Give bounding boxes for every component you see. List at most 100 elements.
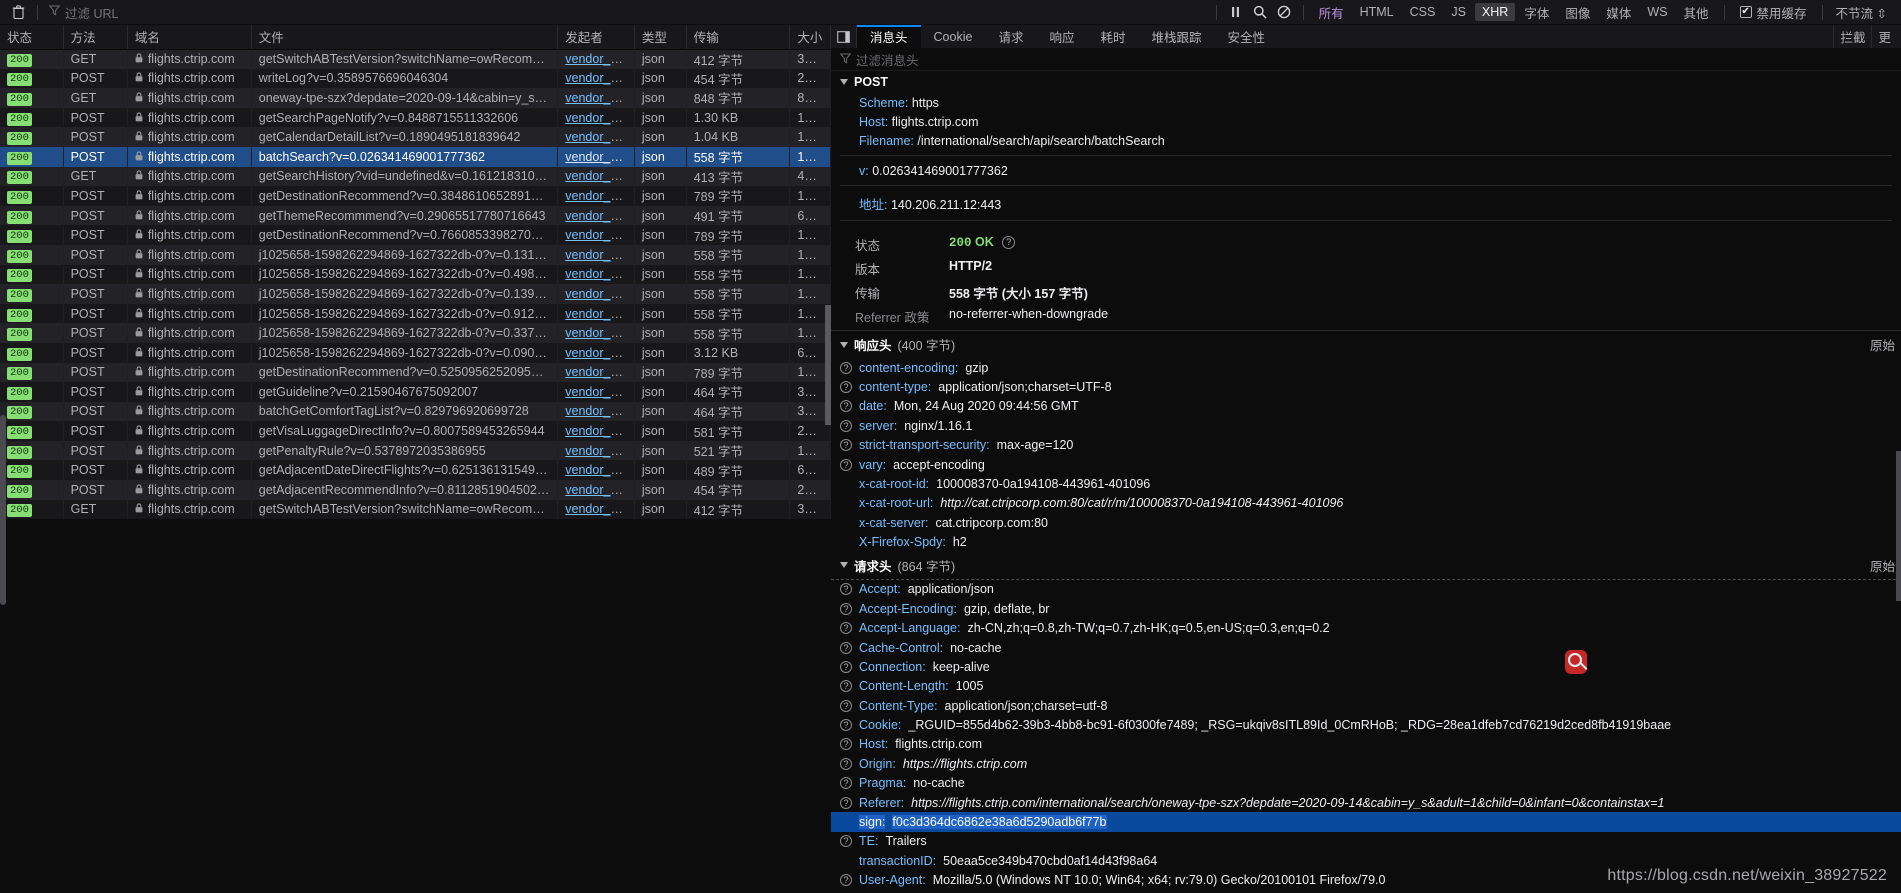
table-row[interactable]: 200 POST flights.ctrip.com getGuideline?v=0…	[0, 382, 831, 402]
table-row[interactable]: 200 POST flights.ctrip.com getDestinationRe…	[0, 186, 831, 206]
request-header-row[interactable]: ? Accept: application/json	[831, 580, 1901, 599]
cell-initiator[interactable]: vendor_b…	[557, 323, 635, 343]
table-row[interactable]: 200 POST flights.ctrip.com j1025658-1598262…	[0, 264, 831, 285]
help-icon[interactable]: ?	[840, 602, 852, 615]
url-filter-box[interactable]: 过滤 URL	[45, 2, 118, 23]
more-button[interactable]: 更	[1871, 25, 1897, 48]
column-header-initiator[interactable]: 发起者	[557, 25, 635, 50]
response-header-row[interactable]: ? strict-transport-security: max-age=120	[831, 436, 1901, 455]
filter-chip-ws[interactable]: WS	[1640, 3, 1674, 21]
help-icon[interactable]: ?	[840, 680, 852, 693]
cell-initiator[interactable]: vendor_b…	[557, 166, 635, 187]
search-icon[interactable]	[1248, 2, 1272, 23]
details-scrollbar[interactable]	[1896, 451, 1901, 601]
table-row[interactable]: 200 POST flights.ctrip.com j1025658-1598262…	[0, 244, 831, 265]
table-row[interactable]: 200 POST flights.ctrip.com getCalendarDetai…	[0, 127, 831, 147]
block-button[interactable]: 拦截	[1833, 25, 1871, 48]
column-header-status[interactable]: 状态	[0, 25, 64, 50]
response-headers-header[interactable]: 响应头 (400 字节) 原始	[831, 331, 1901, 358]
help-icon[interactable]: ?	[840, 419, 852, 432]
cell-initiator[interactable]: vendor_b…	[557, 107, 635, 128]
filter-chip-media[interactable]: 媒体	[1599, 1, 1638, 24]
request-header-row[interactable]: ? Accept-Encoding: gzip, deflate, br	[831, 599, 1901, 618]
filter-chip-other[interactable]: 其他	[1677, 1, 1716, 24]
tab-cookies[interactable]: Cookie	[921, 25, 986, 48]
table-row[interactable]: 200 GET flights.ctrip.com getSwitchABTestVe…	[0, 49, 831, 69]
help-icon[interactable]: ?	[840, 400, 852, 413]
help-icon[interactable]: ?	[840, 439, 852, 452]
table-row[interactable]: 200 POST flights.ctrip.com getAdjacentRecom…	[0, 480, 831, 500]
help-icon[interactable]: ?	[840, 458, 852, 471]
response-header-row[interactable]: x-cat-root-url: http://cat.ctripcorp.com:…	[831, 494, 1901, 513]
tab-security[interactable]: 安全性	[1215, 25, 1279, 48]
cell-initiator[interactable]: vendor_b…	[557, 88, 635, 108]
help-icon[interactable]: ?	[840, 660, 852, 673]
cell-initiator[interactable]: vendor_b…	[557, 401, 635, 422]
request-header-row[interactable]: ? Content-Length: 1005	[831, 677, 1901, 696]
response-header-row[interactable]: x-cat-server: cat.ctripcorp.com:80	[831, 513, 1901, 532]
filter-chip-css[interactable]: CSS	[1403, 3, 1443, 21]
table-row[interactable]: 200 GET flights.ctrip.com getSearchHistory?…	[0, 166, 831, 187]
cell-initiator[interactable]: vendor_b…	[557, 362, 635, 383]
table-row[interactable]: 200 POST flights.ctrip.com j1025658-1598262…	[0, 342, 831, 363]
cell-initiator[interactable]: vendor_b…	[557, 146, 635, 167]
request-header-row[interactable]: ? Accept-Language: zh-CN,zh;q=0.8,zh-TW;q=…	[831, 619, 1901, 638]
cell-initiator[interactable]: vendor_b…	[557, 382, 635, 402]
cell-initiator[interactable]: vendor_b…	[557, 244, 635, 265]
cell-initiator[interactable]: vendor_b…	[557, 264, 635, 285]
response-header-row[interactable]: ? vary: accept-encoding	[831, 455, 1901, 474]
filter-chip-font[interactable]: 字体	[1517, 1, 1556, 24]
table-row[interactable]: 200 POST flights.ctrip.com batchGetComfortT…	[0, 401, 831, 422]
request-header-row[interactable]: ? TE: Trailers	[831, 832, 1901, 851]
request-header-row[interactable]: ? Pragma: no-cache	[831, 774, 1901, 793]
table-row[interactable]: 200 POST flights.ctrip.com j1025658-1598262…	[0, 303, 831, 324]
cell-initiator[interactable]: vendor_b…	[557, 186, 635, 206]
panel-toggle-icon[interactable]	[831, 25, 857, 48]
help-icon[interactable]: ?	[840, 381, 852, 394]
help-icon[interactable]: ?	[840, 835, 852, 848]
request-header-row[interactable]: ? Origin: https://flights.ctrip.com	[831, 754, 1901, 773]
column-header-type[interactable]: 类型	[634, 25, 687, 50]
help-icon[interactable]: ?	[840, 738, 852, 751]
cell-initiator[interactable]: vendor_b…	[557, 480, 635, 500]
response-header-row[interactable]: X-Firefox-Spdy: h2	[831, 532, 1901, 551]
help-icon[interactable]: ?	[840, 622, 852, 635]
response-header-row[interactable]: ? content-type: application/json;charset=U…	[831, 377, 1901, 396]
request-list-scrollbar[interactable]	[0, 415, 6, 605]
response-headers-raw-button[interactable]: 原始	[1870, 335, 1901, 354]
table-row[interactable]: 200 POST flights.ctrip.com getAdjacentDateD…	[0, 460, 831, 481]
request-header-row[interactable]: ? Content-Type: application/json;charset=u…	[831, 696, 1901, 715]
table-row[interactable]: 200 POST flights.ctrip.com getDestinationRe…	[0, 225, 831, 245]
filter-chip-js[interactable]: JS	[1444, 3, 1473, 21]
help-icon[interactable]: ?	[840, 583, 852, 596]
request-headers-header[interactable]: 请求头 (864 字节) 原始	[831, 552, 1901, 579]
column-header-transfer[interactable]: 传输	[686, 25, 791, 50]
cell-initiator[interactable]: vendor_b…	[557, 460, 635, 481]
help-icon[interactable]: ?	[840, 777, 852, 790]
cell-initiator[interactable]: vendor_b…	[557, 342, 635, 363]
request-header-row[interactable]: ? Referer: https://flights.ctrip.com/inter…	[831, 793, 1901, 812]
cell-initiator[interactable]: vendor_b…	[557, 440, 635, 461]
column-header-size[interactable]: 大小	[789, 25, 831, 50]
cell-initiator[interactable]: vendor_b…	[557, 499, 635, 520]
block-icon[interactable]	[1272, 2, 1296, 23]
help-icon[interactable]: ?	[840, 757, 852, 770]
help-icon[interactable]: ?	[840, 699, 852, 712]
cell-initiator[interactable]: vendor_b…	[557, 225, 635, 245]
request-header-row[interactable]: sign: f0c3d364dc6862e38a6d5290adb6f77b	[831, 812, 1901, 832]
table-row[interactable]: 200 POST flights.ctrip.com batchSearch?v=0.…	[0, 146, 831, 167]
help-icon[interactable]: ?	[840, 641, 852, 654]
throttle-select[interactable]: 不节流 ⇳	[1830, 3, 1893, 22]
response-header-row[interactable]: ? server: nginx/1.16.1	[831, 416, 1901, 435]
table-row[interactable]: 200 POST flights.ctrip.com j1025658-1598262…	[0, 284, 831, 304]
request-group-header[interactable]: POST	[831, 71, 1901, 93]
table-row[interactable]: 200 POST flights.ctrip.com getThemeRecommme…	[0, 205, 831, 226]
cell-initiator[interactable]: vendor_b…	[557, 205, 635, 226]
cell-initiator[interactable]: vendor_b…	[557, 421, 635, 441]
response-header-row[interactable]: x-cat-root-id: 100008370-0a194108-443961-…	[831, 474, 1901, 493]
help-icon[interactable]: ?	[1002, 235, 1016, 249]
filter-chip-all[interactable]: 所有	[1312, 1, 1351, 24]
column-header-domain[interactable]: 域名	[127, 25, 252, 50]
filter-chip-html[interactable]: HTML	[1353, 3, 1401, 21]
trash-icon[interactable]	[6, 2, 30, 23]
